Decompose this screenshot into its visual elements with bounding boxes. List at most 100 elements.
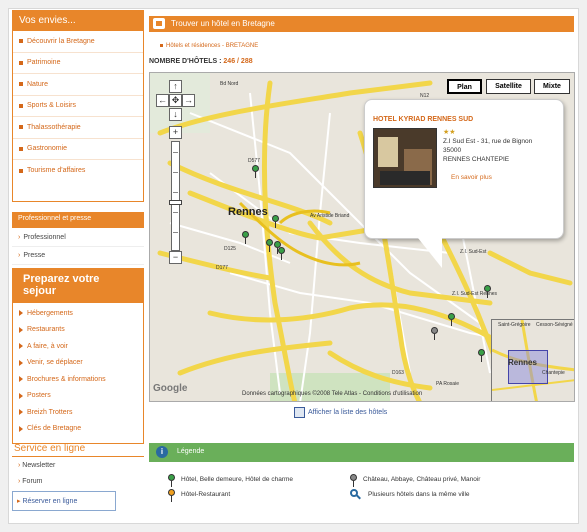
pan-down-icon[interactable]: ↓: [169, 108, 182, 121]
prepare-item-label: Posters: [27, 392, 51, 400]
envies-item-gastronomie[interactable]: Gastronomie: [13, 139, 143, 160]
reserve-button[interactable]: ▸ Réserver en ligne: [12, 491, 116, 511]
chevron-right-icon: ›: [18, 234, 21, 241]
slider-tick: [173, 192, 178, 193]
map-city-label: Rennes: [228, 206, 268, 218]
hotel-photo: [373, 128, 437, 188]
hotel-marker[interactable]: [252, 165, 259, 178]
envies-item-label: Tourisme d'affaires: [27, 167, 86, 175]
popup-more-link[interactable]: En savoir plus: [451, 174, 492, 181]
envies-list: Découvrir la Bretagne Patrimoine Nature …: [13, 31, 143, 182]
map-label: Z.I. Sud-Est: [460, 249, 487, 255]
map-view[interactable]: Plan Satellite Mixte ↑ ← ✥ → ↓ + − Bd No…: [149, 72, 575, 402]
slider-tick: [173, 152, 178, 153]
legend-item-hotel: Hôtel, Belle demeure, Hôtel de charme: [181, 476, 294, 483]
map-label: D163: [392, 370, 404, 376]
hotel-marker[interactable]: [278, 247, 285, 260]
hotel-marker[interactable]: [266, 239, 273, 252]
prepare-item-label: Restaurants: [27, 326, 65, 334]
hotel-marker[interactable]: [242, 231, 249, 244]
address-line: RENNES CHANTEPIE: [443, 156, 510, 163]
chateau-marker[interactable]: [431, 327, 438, 340]
zoom-out-icon[interactable]: −: [169, 251, 182, 264]
legend-item-restaurant: Hôtel-Restaurant: [181, 491, 231, 498]
envies-item-label: Thalassothérapie: [27, 123, 81, 131]
map-label: Z.I. Sud-Est Rennes: [452, 291, 498, 297]
zoom-slider[interactable]: [169, 141, 182, 251]
chevron-right-icon: ›: [18, 252, 21, 259]
overview-map[interactable]: Saint-Grégoire Rennes Chantepie Cesson-S…: [491, 319, 574, 401]
map-type-mixte[interactable]: Mixte: [534, 79, 570, 94]
envies-item-nature[interactable]: Nature: [13, 74, 143, 96]
page-title: Trouver un hôtel en Bretagne: [171, 19, 275, 28]
hotel-marker[interactable]: [448, 313, 455, 326]
pan-right-icon[interactable]: →: [182, 94, 195, 107]
hotel-count: NOMBRE D'HÔTELS : 246 / 288: [149, 58, 253, 65]
hotel-marker[interactable]: [484, 285, 491, 298]
prepare-item-venir[interactable]: Venir, se déplacer: [13, 355, 143, 372]
map-label: D177: [216, 265, 228, 271]
envies-item-decouvrir[interactable]: Découvrir la Bretagne: [13, 31, 143, 53]
overview-viewport[interactable]: [508, 350, 548, 384]
page-title-bar: Trouver un hôtel en Bretagne: [149, 16, 574, 32]
envies-item-patrimoine[interactable]: Patrimoine: [13, 53, 143, 74]
bullet-icon: [19, 82, 23, 87]
service-item-label: Forum: [22, 478, 43, 485]
pro-item-presse[interactable]: › Presse: [12, 248, 144, 265]
slider-tick: [173, 172, 178, 173]
envies-header: Vos envies...: [13, 11, 143, 31]
prepare-header: Preparez votre sejour: [13, 269, 143, 303]
prepare-item-posters[interactable]: Posters: [13, 388, 143, 405]
prepare-item-label: A faire, à voir: [27, 342, 68, 350]
map-type-satellite[interactable]: Satellite: [486, 79, 531, 94]
zoom-in-icon[interactable]: +: [169, 126, 182, 139]
triangle-right-icon: [19, 409, 23, 416]
envies-box: Vos envies... Découvrir la Bretagne Patr…: [12, 10, 144, 202]
map-copyright[interactable]: Données cartographiques ©2008 Tele Atlas…: [242, 391, 422, 397]
star-rating-icon: ★★: [443, 129, 456, 136]
bullet-icon: [19, 39, 23, 44]
service-item-forum[interactable]: › Forum: [12, 475, 144, 491]
prepare-item-a-faire[interactable]: A faire, à voir: [13, 338, 143, 355]
pro-item-professionnel[interactable]: › Professionnel: [12, 230, 144, 247]
breadcrumb-label: Hôtels et résidences - BRETAGNE: [166, 43, 259, 49]
hotel-marker[interactable]: [272, 215, 279, 228]
service-item-newsletter[interactable]: › Newsletter: [12, 459, 144, 475]
pan-center-icon[interactable]: ✥: [169, 94, 182, 107]
prepare-item-restaurants[interactable]: Restaurants: [13, 322, 143, 339]
legend-item-chateau: Château, Abbaye, Château privé, Manoir: [363, 476, 481, 483]
zoom-slider-handle[interactable]: [169, 200, 182, 205]
list-icon[interactable]: [294, 407, 305, 418]
service-item-label: Newsletter: [22, 462, 56, 469]
reserve-label: Réserver en ligne: [22, 498, 78, 505]
prepare-item-hebergements[interactable]: Hébergements: [13, 305, 143, 322]
photo-floor: [380, 171, 430, 185]
count-label: NOMBRE D'HÔTELS :: [149, 58, 222, 65]
hotel-marker[interactable]: [478, 349, 485, 362]
prepare-item-breizh[interactable]: Breizh Trotters: [13, 404, 143, 421]
bullet-icon: [19, 146, 23, 151]
pan-up-icon[interactable]: ↑: [169, 80, 182, 93]
map-type-plan[interactable]: Plan: [447, 79, 482, 94]
envies-item-affaires[interactable]: Tourisme d'affaires: [13, 160, 143, 182]
bullet-icon: [19, 103, 23, 108]
legend-item-multi: Plusieurs hôtels dans la même ville: [368, 491, 470, 498]
prepare-item-brochures[interactable]: Brochures & informations: [13, 371, 143, 388]
pan-left-icon[interactable]: ←: [156, 94, 169, 107]
prepare-item-label: Hébergements: [27, 309, 73, 317]
slider-tick: [173, 232, 178, 233]
popup-hotel-name: HOTEL KYRIAD RENNES SUD: [373, 116, 474, 123]
prepare-box: Preparez votre sejour Hébergements Resta…: [12, 268, 144, 444]
triangle-right-icon: [19, 392, 23, 399]
show-list-link[interactable]: Afficher la liste des hôtels: [308, 409, 387, 416]
legend-bar: i Légende: [149, 443, 574, 462]
envies-item-thalasso[interactable]: Thalassothérapie: [13, 117, 143, 139]
map-label: D125: [224, 246, 236, 252]
map-label: Saint-Grégoire: [498, 322, 531, 328]
info-icon: i: [156, 446, 168, 458]
bullet-icon: [19, 168, 23, 173]
prepare-item-cles[interactable]: Clés de Bretagne: [13, 421, 143, 438]
envies-item-sports[interactable]: Sports & Loisirs: [13, 96, 143, 117]
pro-item-label: Presse: [23, 252, 46, 259]
sidebar: Vos envies... Découvrir la Bretagne Patr…: [12, 10, 144, 520]
